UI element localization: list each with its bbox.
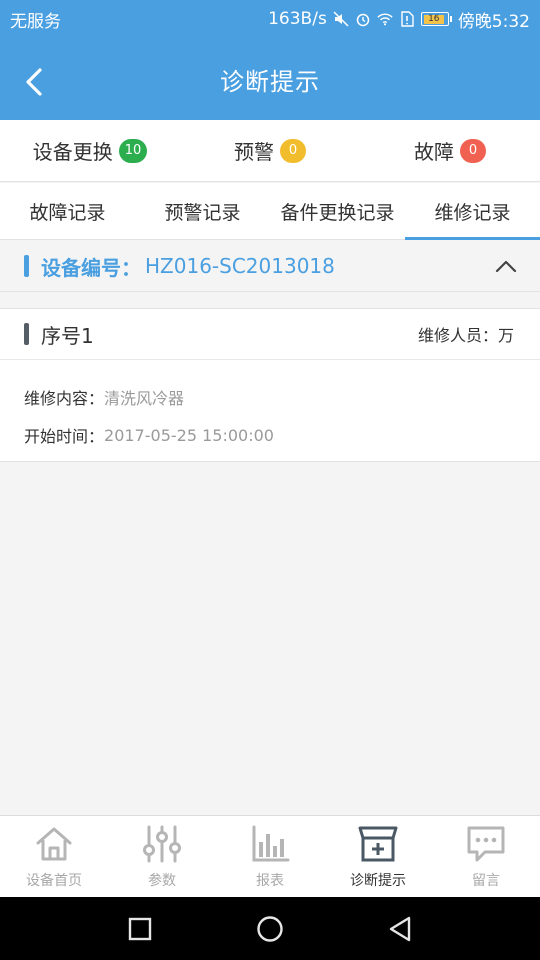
summary-item-warning[interactable]: 预警 0 [180, 120, 360, 181]
nav-label: 设备首页 [26, 872, 82, 889]
record-header: 序号1 维修人员：万 [0, 309, 540, 360]
chevron-left-icon [26, 68, 42, 96]
battery-level: 16 [423, 14, 444, 24]
circle-icon [257, 915, 283, 942]
summary-label: 故障 [414, 140, 454, 164]
bar-chart-icon [252, 825, 290, 861]
count-badge: 10 [118, 138, 148, 163]
start-time-value: 2017-05-25 15:00:00 [104, 425, 274, 445]
device-label: 设备编号： [41, 255, 141, 280]
record-sequence: 序号1 [41, 323, 94, 348]
clock-time: 傍晚5:32 [457, 11, 530, 32]
summary-item-replacement[interactable]: 设备更换 10 [0, 120, 180, 181]
summary-label: 预警 [234, 140, 274, 164]
record-marker [24, 323, 29, 345]
nav-label: 报表 [256, 872, 284, 889]
maintenance-record-card: 序号1 维修人员：万 维修内容： 清洗风冷器 开始时间： 2017-05-25 … [0, 308, 540, 462]
start-time-row: 开始时间： 2017-05-25 15:00:00 [0, 416, 540, 454]
system-nav-bar [0, 897, 540, 960]
back-button[interactable] [14, 62, 54, 102]
sim-alert-icon [399, 11, 415, 27]
diagnosis-store-icon [358, 826, 398, 861]
nav-label: 诊断提示 [350, 872, 406, 889]
tab-fault-records[interactable]: 故障记录 [0, 183, 135, 239]
square-icon [128, 917, 152, 940]
message-icon [467, 826, 505, 861]
nav-parameters[interactable]: 参数 [108, 816, 216, 897]
content-label: 维修内容： [24, 389, 105, 408]
person-label: 维修人员： [417, 326, 498, 345]
device-code: HZ016-SC2013018 [145, 254, 335, 278]
tab-maintenance-records[interactable]: 维修记录 [405, 183, 540, 240]
battery-icon: 16 [420, 12, 452, 26]
start-time-label: 开始时间： [24, 427, 105, 446]
nav-device-home[interactable]: 设备首页 [0, 816, 108, 897]
nav-label: 参数 [148, 872, 176, 889]
recents-button[interactable] [120, 909, 160, 949]
content-row: 维修内容： 清洗风冷器 [0, 378, 540, 416]
triangle-back-icon [389, 916, 411, 941]
record-details: 维修内容： 清洗风冷器 开始时间： 2017-05-25 15:00:00 [0, 360, 540, 454]
sliders-icon [143, 825, 181, 862]
bottom-nav: 设备首页 参数 报表 诊断提示 留言 [0, 815, 540, 897]
summary-item-fault[interactable]: 故障 0 [360, 120, 540, 181]
record-tabs: 故障记录 预警记录 备件更换记录 维修记录 [0, 183, 540, 240]
status-right: 163B/s 16 傍晚5:32 [268, 7, 530, 32]
count-badge: 0 [460, 138, 486, 163]
network-speed: 163B/s [268, 9, 327, 29]
mute-icon [333, 11, 349, 27]
wifi-icon [377, 11, 393, 27]
person-value: 万 [497, 326, 514, 345]
home-button[interactable] [250, 909, 290, 949]
device-header[interactable]: 设备编号： HZ016-SC2013018 [0, 241, 540, 292]
nav-messages[interactable]: 留言 [432, 816, 540, 897]
carrier-text: 无服务 [10, 11, 61, 32]
count-badge: 0 [280, 138, 306, 163]
accent-marker [24, 255, 29, 277]
summary-tabs: 设备更换 10 预警 0 故障 0 [0, 120, 540, 182]
summary-label: 设备更换 [32, 140, 113, 164]
chevron-up-icon[interactable] [494, 255, 518, 279]
nav-label: 留言 [472, 872, 500, 889]
back-system-button[interactable] [380, 909, 420, 949]
page-title: 诊断提示 [220, 67, 320, 96]
maintenance-person: 维修人员：万 [418, 322, 514, 346]
nav-diagnosis[interactable]: 诊断提示 [324, 816, 432, 897]
app-header: 诊断提示 [0, 38, 540, 120]
home-icon [36, 827, 72, 860]
content-value: 清洗风冷器 [104, 389, 185, 408]
nav-reports[interactable]: 报表 [216, 816, 324, 897]
status-bar: 无服务 163B/s 16 傍晚5:32 [0, 0, 540, 38]
alarm-icon [355, 11, 371, 27]
tab-warning-records[interactable]: 预警记录 [135, 183, 270, 239]
tab-spare-part-records[interactable]: 备件更换记录 [270, 183, 405, 239]
